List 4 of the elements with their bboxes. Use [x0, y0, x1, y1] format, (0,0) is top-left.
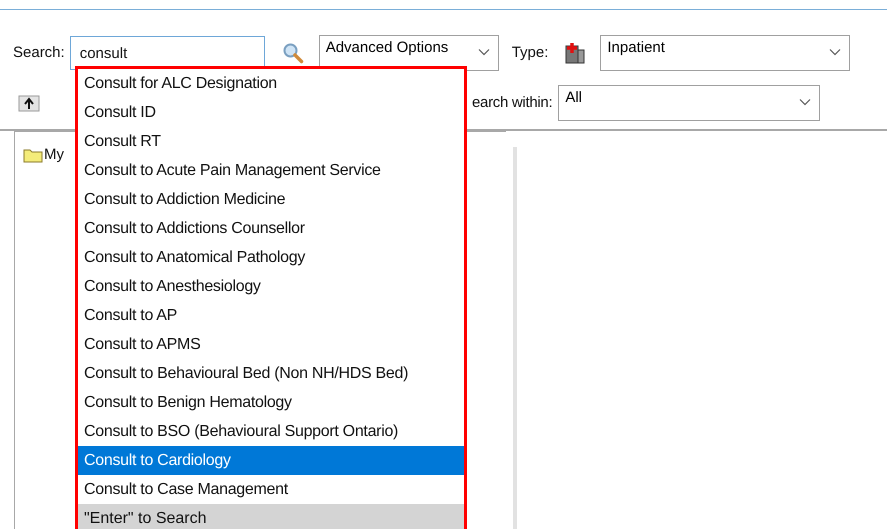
type-label: Type:	[512, 42, 548, 63]
enter-to-search-hint: "Enter" to Search	[78, 504, 464, 529]
search-within-label: earch within:	[472, 92, 552, 113]
search-label: Search:	[13, 42, 65, 63]
